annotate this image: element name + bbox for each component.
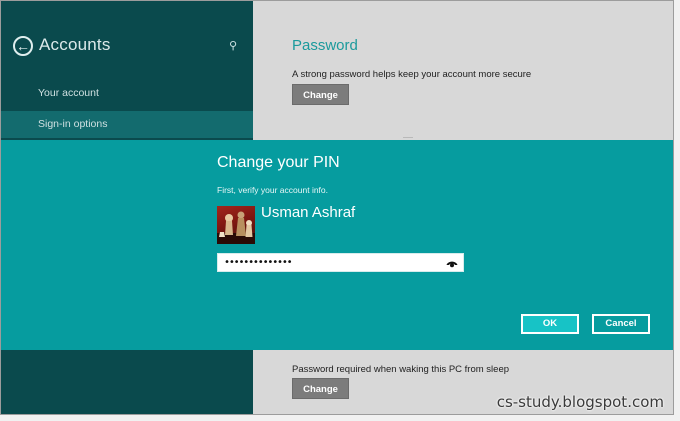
- password-input[interactable]: ••••••••••••••: [217, 253, 464, 272]
- sleep-password-description: Password required when waking this PC fr…: [292, 364, 510, 375]
- reveal-password-icon[interactable]: [446, 258, 458, 268]
- change-password-button[interactable]: Change: [292, 84, 349, 105]
- sidebar-item-your-account[interactable]: Your account: [1, 80, 253, 107]
- ok-button[interactable]: OK: [521, 314, 579, 334]
- search-icon[interactable]: ⚲: [229, 39, 237, 52]
- cancel-button[interactable]: Cancel: [592, 314, 650, 334]
- sidebar-title: Accounts: [39, 35, 111, 54]
- back-arrow-icon[interactable]: ←: [13, 36, 33, 56]
- avatar: [217, 206, 255, 244]
- change-pin-dialog: Change your PIN First, verify your accou…: [1, 140, 673, 350]
- watermark: cs-study.blogspot.com: [496, 393, 664, 411]
- user-name: Usman Ashraf: [261, 204, 356, 221]
- password-description: A strong password helps keep your accoun…: [292, 69, 532, 80]
- settings-window: ← Accounts ⚲ Your account Sign-in option…: [0, 0, 674, 415]
- sidebar-item-sign-in-options[interactable]: Sign-in options: [1, 111, 253, 138]
- dialog-title: Change your PIN: [217, 154, 340, 171]
- password-section-title: Password: [292, 37, 358, 54]
- divider: [403, 137, 413, 138]
- password-value: ••••••••••••••: [224, 257, 293, 268]
- dialog-subtitle: First, verify your account info.: [217, 185, 329, 195]
- change-sleep-policy-button[interactable]: Change: [292, 378, 349, 399]
